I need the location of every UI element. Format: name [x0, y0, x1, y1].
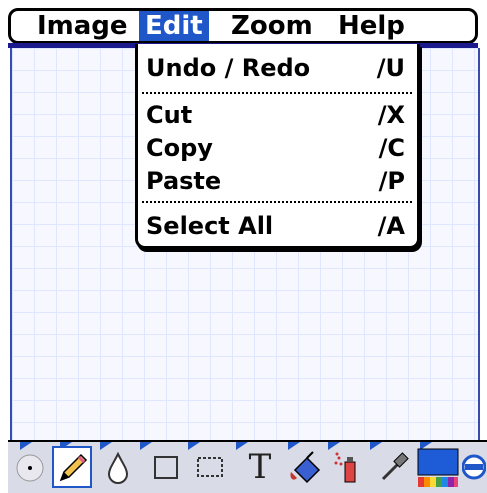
tool-bar: T — [8, 440, 487, 493]
menu-item-label: Cut — [146, 101, 193, 129]
line-width-tool[interactable] — [462, 446, 486, 488]
edit-menu-dropdown: Undo / Redo ∕U Cut ∕X Copy ∕C Paste ∕P S… — [135, 44, 420, 249]
color-palette-icon — [417, 448, 459, 487]
text-tool[interactable]: T — [240, 446, 280, 488]
menu-help[interactable]: Help — [332, 11, 411, 41]
menu-item-shortcut: ∕C — [378, 134, 405, 162]
menu-item-copy[interactable]: Copy ∕C — [146, 132, 409, 164]
menu-item-shortcut: ∕X — [377, 101, 405, 129]
menu-item-label: Paste — [146, 167, 222, 195]
menu-item-label: Undo / Redo — [146, 54, 311, 82]
dot-brush-tool[interactable] — [10, 446, 50, 488]
rectangle-tool[interactable] — [146, 446, 186, 488]
color-palette-tool[interactable] — [416, 446, 460, 488]
menu-item-paste[interactable]: Paste ∕P — [146, 165, 409, 197]
pencil-tool[interactable] — [52, 446, 92, 488]
paint-bucket-tool[interactable] — [286, 446, 326, 488]
menu-image[interactable]: Image — [31, 11, 134, 41]
eyedropper-tool[interactable] — [374, 446, 414, 488]
pencil-icon — [59, 453, 88, 482]
menu-separator — [142, 92, 413, 94]
menu-item-undo-redo[interactable]: Undo / Redo ∕U — [146, 52, 409, 84]
menu-item-cut[interactable]: Cut ∕X — [146, 99, 409, 131]
menu-item-shortcut: ∕A — [377, 212, 405, 240]
line-width-icon — [462, 454, 486, 480]
paint-app-screen: Image Edit Zoom Help Undo / Redo ∕U Cut … — [0, 0, 487, 493]
drop-tool[interactable] — [98, 446, 138, 488]
menu-zoom[interactable]: Zoom — [225, 11, 319, 41]
selection-rectangle-icon — [197, 457, 223, 477]
menu-item-shortcut: ∕P — [378, 167, 405, 195]
dot-brush-icon — [16, 454, 44, 482]
menu-bar: Image Edit Zoom Help — [8, 8, 478, 44]
text-icon: T — [248, 447, 272, 487]
selection-tool[interactable] — [190, 446, 230, 488]
paint-bucket-icon — [290, 451, 321, 484]
spray-can-tool[interactable] — [328, 446, 368, 488]
rectangle-icon — [154, 456, 178, 479]
drop-icon — [107, 451, 129, 484]
menu-separator — [142, 201, 413, 203]
spray-can-icon — [334, 452, 356, 483]
eyedropper-icon — [381, 452, 409, 481]
menu-edit[interactable]: Edit — [139, 11, 209, 41]
menu-item-label: Select All — [146, 212, 274, 240]
menu-item-select-all[interactable]: Select All ∕A — [146, 210, 409, 242]
menu-item-label: Copy — [146, 134, 213, 162]
menu-item-shortcut: ∕U — [376, 54, 405, 82]
